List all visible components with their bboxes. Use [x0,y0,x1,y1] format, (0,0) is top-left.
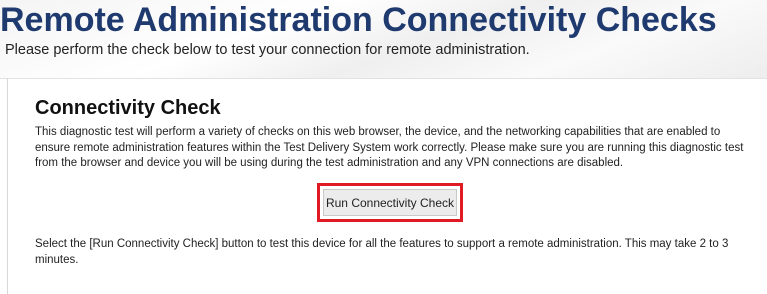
check-description: This diagnostic test will perform a vari… [35,126,744,169]
page-subtitle: Please perform the check below to test y… [5,42,530,58]
section-title: Connectivity Check [35,97,221,119]
run-connectivity-check-button[interactable]: Run Connectivity Check [323,189,457,216]
page-header: Remote Administration Connectivity Check… [0,0,767,79]
page-title: Remote Administration Connectivity Check… [0,1,717,39]
check-instructions: Select the [Run Connectivity Check] butt… [35,238,729,266]
content-left-border [7,78,8,294]
run-button-highlight: Run Connectivity Check [317,183,463,222]
